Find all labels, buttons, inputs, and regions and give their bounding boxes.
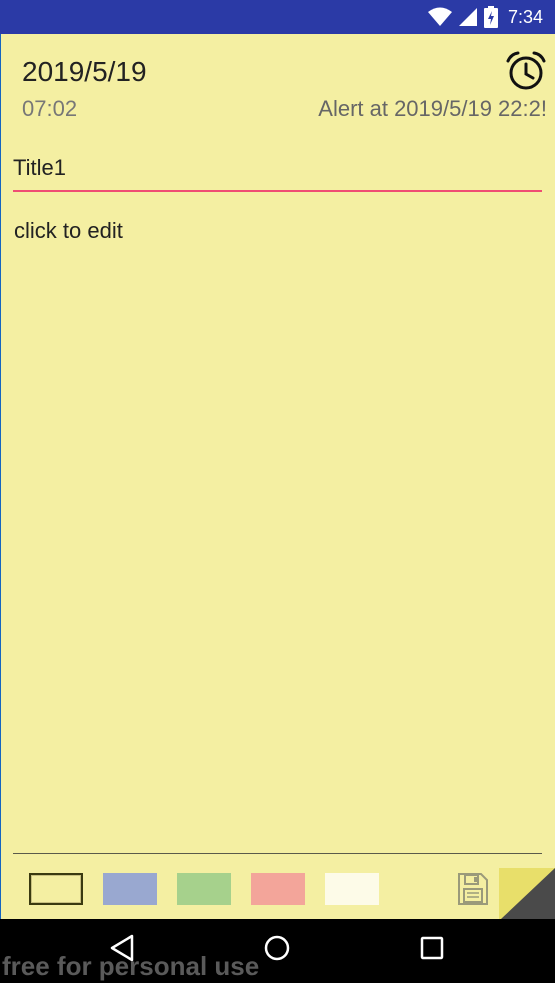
title-input[interactable] [13, 146, 542, 192]
recent-apps-icon[interactable] [418, 934, 446, 962]
color-swatch-green[interactable] [177, 873, 231, 905]
note-time: 07:02 [22, 96, 78, 121]
status-icons: 7:34 [427, 6, 543, 28]
note-body[interactable]: click to edit [14, 218, 123, 244]
color-swatch-white[interactable] [325, 873, 379, 905]
alert-text: Alert at 2019/5/19 22:2! [318, 96, 547, 121]
note-editor: 2019/5/19 07:02 Alert at 2019/5/19 22:2!… [0, 34, 555, 919]
battery-icon [483, 6, 498, 28]
save-icon[interactable] [457, 872, 489, 906]
wifi-icon [427, 7, 452, 26]
signal-icon [458, 8, 477, 26]
divider [13, 853, 542, 854]
status-time: 7:34 [507, 7, 543, 27]
home-icon[interactable] [262, 933, 292, 963]
status-bar: 7:34 [0, 0, 555, 34]
watermark-text: free for personal use [2, 951, 260, 981]
alarm-clock-icon[interactable] [505, 50, 547, 92]
note-date: 2019/5/19 [22, 56, 147, 87]
color-swatch-red[interactable] [251, 873, 305, 905]
color-swatch-blue[interactable] [103, 873, 157, 905]
color-swatch-yellow[interactable] [29, 873, 83, 905]
page-curl-corner [499, 868, 555, 919]
